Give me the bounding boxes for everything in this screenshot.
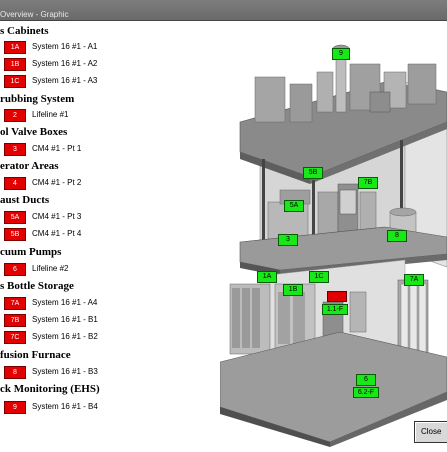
point-label: CM4 #1 - Pt 1 — [32, 144, 82, 153]
alarm-code-badge[interactable]: 3 — [4, 143, 26, 156]
point-label: Lifeline #2 — [32, 264, 69, 273]
close-button[interactable]: Close — [414, 421, 447, 443]
point-label: CM4 #1 - Pt 4 — [32, 229, 82, 238]
alarm-code-badge[interactable]: 1B — [4, 58, 26, 71]
section-heading-valve-boxes: ol Valve Boxes — [0, 126, 68, 138]
sensor-tag-5b[interactable]: 5B — [303, 167, 323, 179]
alarm-code-badge[interactable]: 7C — [4, 331, 26, 344]
point-label: System 16 #1 - B4 — [32, 402, 98, 411]
sensor-tag-9[interactable]: 9 — [332, 48, 350, 60]
point-label: System 16 #1 - A4 — [32, 298, 98, 307]
sensor-tag-1c[interactable]: 1C — [309, 271, 329, 283]
alarm-code-badge[interactable]: 2 — [4, 109, 26, 122]
sensor-tag-6-2f[interactable]: 6.2-F — [353, 387, 379, 398]
alarm-code-badge[interactable]: 5B — [4, 228, 26, 241]
section-heading-operator-areas: erator Areas — [0, 160, 59, 172]
sensor-tag-6[interactable]: 6 — [356, 374, 376, 386]
section-heading-scrubbing-system: rubbing System — [0, 93, 75, 105]
section-heading-gas-cabinets: s Cabinets — [0, 25, 49, 37]
point-label: System 16 #1 - B3 — [32, 367, 98, 376]
point-label: System 16 #1 - A1 — [32, 42, 98, 51]
sensor-tag-5a[interactable]: 5A — [284, 200, 304, 212]
point-label: System 16 #1 - A2 — [32, 59, 98, 68]
point-label: CM4 #1 - Pt 2 — [32, 178, 82, 187]
facility-3d-view: 9 5B 7B 5A 8 3 1A 1C 7A 1B 1.1-F 6 6.2-F — [219, 22, 447, 447]
titlebar-divider — [0, 20, 447, 21]
alarm-code-badge[interactable]: 1C — [4, 75, 26, 88]
sensor-tag-1-1f[interactable]: 1.1-F — [322, 304, 348, 315]
alarm-code-badge[interactable]: 9 — [4, 401, 26, 414]
point-label: CM4 #1 - Pt 3 — [32, 212, 82, 221]
alarm-code-badge[interactable]: 1A — [4, 41, 26, 54]
alarm-code-badge[interactable]: 8 — [4, 366, 26, 379]
window-title: Overview - Graphic — [0, 10, 69, 19]
point-label: System 16 #1 - A3 — [32, 76, 98, 85]
point-label: System 16 #1 - B2 — [32, 332, 98, 341]
section-heading-stack-monitoring: ck Monitoring (EHS) — [0, 383, 100, 395]
point-label: System 16 #1 - B1 — [32, 315, 98, 324]
sensor-tag-3[interactable]: 3 — [278, 234, 298, 246]
sensor-tag-7a[interactable]: 7A — [404, 274, 424, 286]
section-heading-bottle-storage: s Bottle Storage — [0, 280, 74, 292]
section-heading-vacuum-pumps: cuum Pumps — [0, 246, 62, 258]
sensor-tag-1a[interactable]: 1A — [257, 271, 277, 283]
alarm-code-badge[interactable]: 4 — [4, 177, 26, 190]
alarm-indicator[interactable] — [327, 291, 347, 302]
point-label: Lifeline #1 — [32, 110, 69, 119]
alarm-code-badge[interactable]: 5A — [4, 211, 26, 224]
sensor-tag-1b[interactable]: 1B — [283, 284, 303, 296]
section-heading-diffusion-furnace: fusion Furnace — [0, 349, 71, 361]
section-heading-exhaust-ducts: aust Ducts — [0, 194, 50, 206]
window-titlebar: Overview - Graphic — [0, 0, 447, 21]
alarm-code-badge[interactable]: 7A — [4, 297, 26, 310]
sensor-tag-7b[interactable]: 7B — [358, 177, 378, 189]
alarm-code-badge[interactable]: 6 — [4, 263, 26, 276]
alarm-code-badge[interactable]: 7B — [4, 314, 26, 327]
sensor-tag-8[interactable]: 8 — [387, 230, 407, 242]
building-illustration — [219, 44, 447, 447]
